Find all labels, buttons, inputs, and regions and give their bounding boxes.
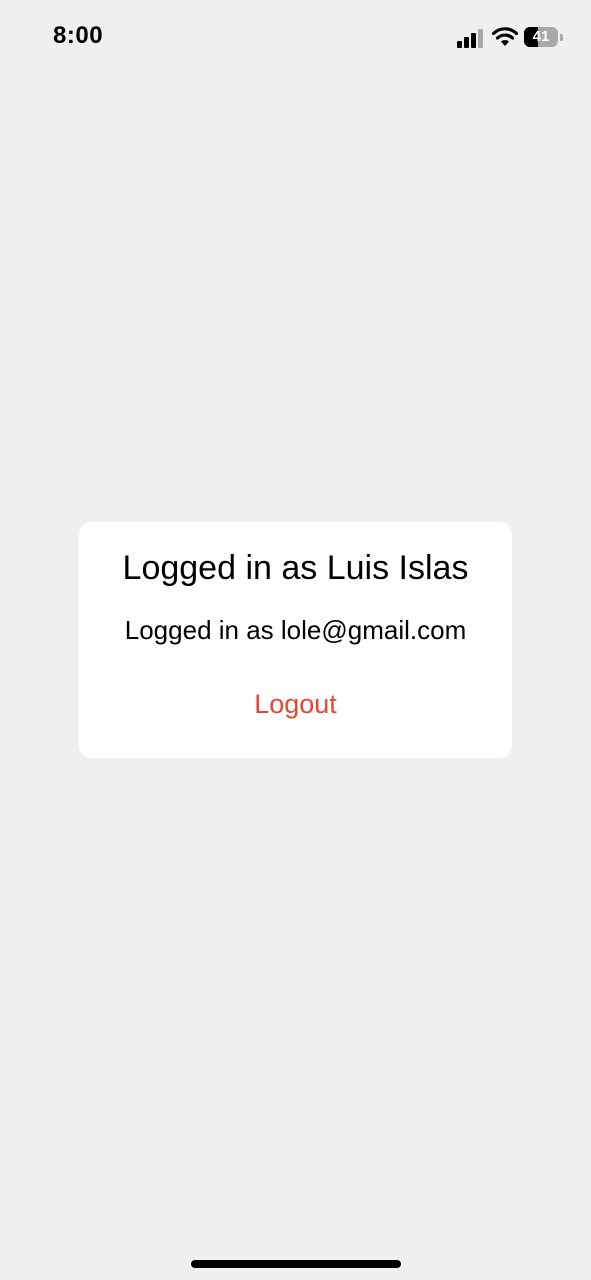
battery-body: 41: [524, 27, 558, 47]
status-time: 8:00: [53, 22, 104, 49]
home-indicator[interactable]: [191, 1260, 401, 1268]
logged-in-email: Logged in as lole@gmail.com: [124, 615, 467, 645]
signal-icon: [457, 28, 485, 48]
battery-level: 41: [532, 28, 550, 45]
battery-icon: 41: [524, 27, 564, 49]
account-card: Logged in as Luis Islas Logged in as lol…: [79, 522, 512, 758]
logged-in-name: Logged in as Luis Islas: [122, 549, 469, 587]
logout-button[interactable]: Logout: [229, 684, 362, 724]
battery-cap: [560, 34, 563, 41]
status-bar: 8:00 41: [0, 0, 591, 76]
wifi-icon: [491, 26, 519, 48]
